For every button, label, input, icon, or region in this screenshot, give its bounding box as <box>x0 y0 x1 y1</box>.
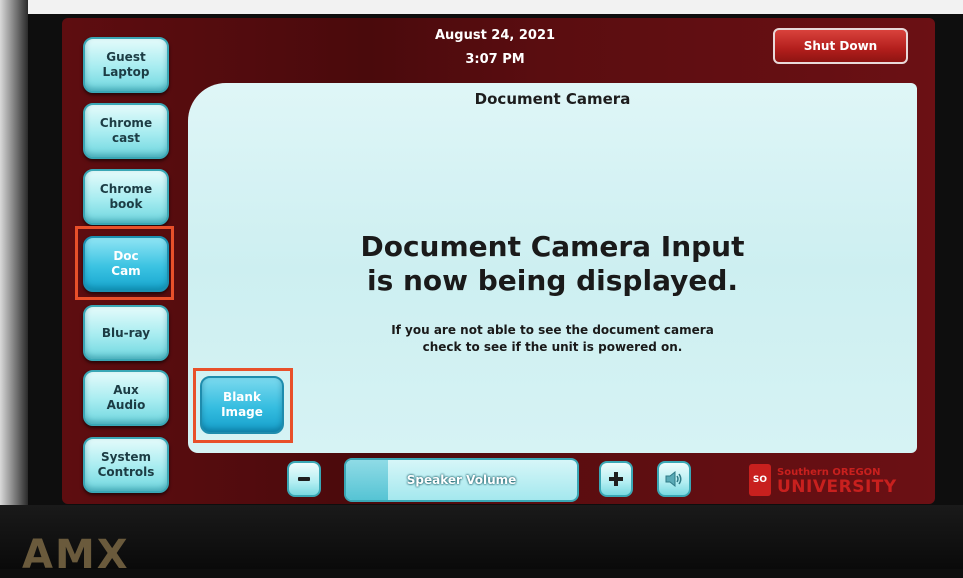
headline-line-1: Document Camera Input <box>360 230 745 263</box>
sou-mark-icon: SO <box>749 464 771 496</box>
minus-icon <box>298 477 310 481</box>
volume-down-button[interactable] <box>287 461 321 497</box>
speaker-icon <box>665 471 682 487</box>
device-bezel-bottom <box>0 505 963 569</box>
source-chromecast-button[interactable]: Chrome cast <box>83 103 169 159</box>
mute-button[interactable] <box>657 461 691 497</box>
help-text: If you are not able to see the document … <box>188 322 917 356</box>
volume-label: Speaker Volume <box>406 473 517 487</box>
plus-icon <box>609 472 623 486</box>
help-text-line-1: If you are not able to see the document … <box>391 323 714 337</box>
blank-image-highlight-box <box>193 368 293 443</box>
source-blu-ray-button[interactable]: Blu-ray <box>83 305 169 361</box>
system-controls-button[interactable]: System Controls <box>83 437 169 493</box>
shut-down-button[interactable]: Shut Down <box>773 28 908 64</box>
device-bezel-top <box>0 0 963 14</box>
speaker-volume-slider[interactable]: Speaker Volume <box>344 458 579 502</box>
sou-name-line-2: UNIVERSITY <box>777 477 897 497</box>
volume-up-button[interactable] <box>599 461 633 497</box>
device-bezel-left <box>0 0 28 569</box>
source-aux-audio-button[interactable]: Aux Audio <box>83 370 169 426</box>
page-title: Document Camera <box>474 90 631 108</box>
status-headline: Document Camera Input is now being displ… <box>188 230 917 298</box>
date-display: August 24, 2021 <box>434 28 556 43</box>
source-chromebook-button[interactable]: Chrome book <box>83 169 169 225</box>
amx-logo: AMX <box>22 532 130 578</box>
source-guest-laptop-button[interactable]: Guest Laptop <box>83 37 169 93</box>
doc-cam-highlight-box <box>75 226 174 300</box>
headline-line-2: is now being displayed. <box>366 264 739 297</box>
southern-oregon-university-logo: SO Southern OREGON UNIVERSITY <box>749 460 919 500</box>
time-display: 3:07 PM <box>465 52 525 67</box>
help-text-line-2: check to see if the unit is powered on. <box>422 340 683 354</box>
